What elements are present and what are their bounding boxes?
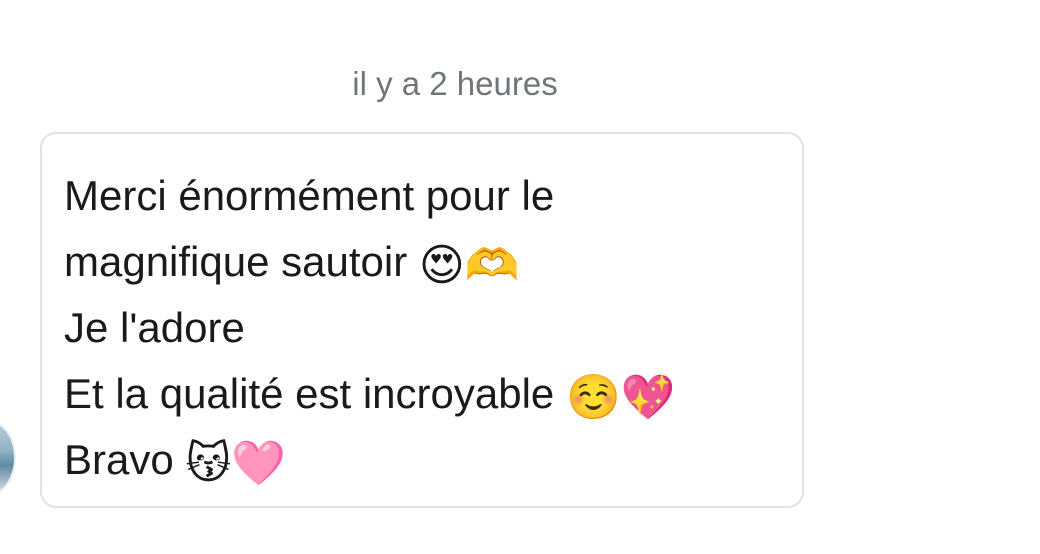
- message-timestamp: il y a 2 heures: [352, 65, 558, 102]
- pink-heart-emoji-icon: 🩷: [231, 438, 287, 489]
- heart-eyes-emoji-icon: 😍: [418, 240, 465, 291]
- message-line: Bravo 😽🩷: [64, 427, 780, 493]
- message-text: Et la qualité est incroyable: [64, 370, 555, 417]
- message-line: magnifique sautoir 😍🫶: [64, 229, 780, 295]
- heart-hands-emoji-icon: 🫶: [464, 240, 520, 291]
- smiling-face-emoji-icon: ☺️: [565, 372, 621, 423]
- message-text: Je l'adore: [64, 304, 245, 351]
- message-line: Je l'adore: [64, 295, 780, 361]
- sender-avatar[interactable]: [0, 420, 16, 496]
- message-text: Merci énormément pour le: [64, 172, 555, 219]
- kissing-cat-emoji-icon: 😽: [185, 438, 232, 489]
- message-bubble[interactable]: Merci énormément pour le magnifique saut…: [40, 132, 804, 508]
- sparkling-heart-emoji-icon: 💖: [620, 372, 676, 423]
- message-text: Bravo: [64, 436, 174, 483]
- message-line: Et la qualité est incroyable ☺️💖: [64, 361, 780, 427]
- message-text: magnifique sautoir: [64, 238, 408, 285]
- message-line: Merci énormément pour le: [64, 163, 780, 229]
